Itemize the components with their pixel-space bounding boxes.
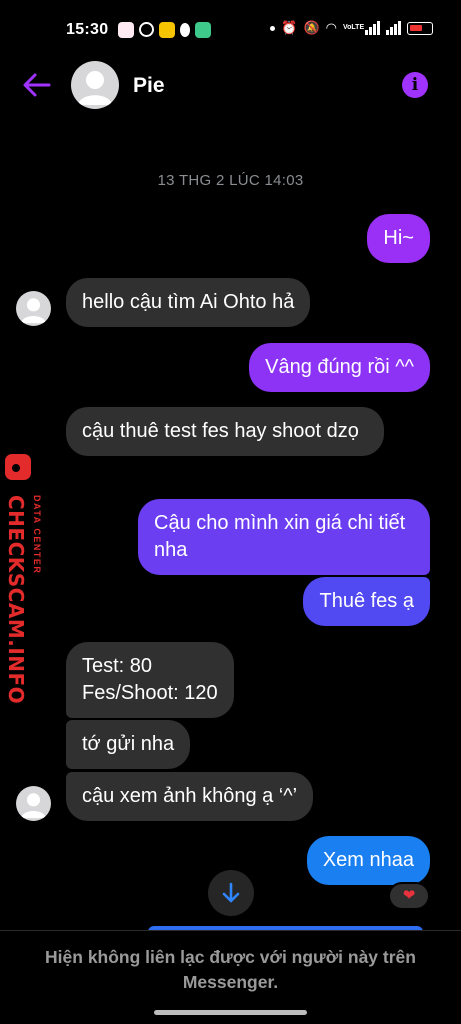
watermark-brand: CHECKSCAM.INFO: [4, 495, 28, 705]
scroll-to-bottom-button[interactable]: [208, 870, 254, 916]
notification-icons: [118, 22, 211, 38]
battery-icon: [407, 21, 433, 35]
unavailable-notice: Hiện không liên lạc được với người này t…: [45, 947, 416, 992]
system-icons: ⏰ 🔕 ◠ VoLTE: [270, 20, 433, 36]
message-bubble-outgoing[interactable]: Thuê fes ạ: [303, 577, 430, 626]
arrow-left-icon[interactable]: [22, 72, 52, 98]
chat-header: Pie i: [0, 60, 461, 118]
signal-icon: [365, 21, 380, 35]
lock-logo-icon: [5, 454, 31, 480]
dot-icon: [270, 25, 276, 31]
arrow-down-icon: [222, 882, 240, 903]
default-avatar-icon: [78, 71, 112, 105]
default-avatar-icon: [21, 298, 46, 324]
volte-badge: VoLTE: [343, 24, 365, 31]
message-bubble-outgoing[interactable]: Vâng đúng rồi ^^: [249, 343, 430, 392]
info-icon[interactable]: i: [402, 72, 428, 98]
app-icon: [118, 22, 134, 38]
default-avatar-icon: [21, 793, 46, 819]
app-icon: [159, 22, 175, 38]
message-bubble-incoming[interactable]: Test: 80 Fes/Shoot: 120: [66, 642, 234, 718]
contact-name[interactable]: Pie: [133, 74, 165, 98]
contact-avatar[interactable]: [71, 61, 119, 109]
app-icon: [180, 23, 190, 37]
message-bubble-outgoing[interactable]: Hi~: [367, 214, 430, 263]
message-bubble-incoming[interactable]: cậu xem ảnh không ạ ‘^’: [66, 772, 314, 821]
status-time: 15:30: [66, 21, 109, 38]
alarm-icon: ⏰: [281, 20, 298, 35]
message-bubble-outgoing[interactable]: Cậu cho mình xin giá chi tiết nha: [138, 499, 430, 575]
watermark: CHECKSCAM.INFO DATA CENTER: [2, 452, 50, 704]
sender-avatar[interactable]: [16, 291, 51, 326]
app-icon: [195, 22, 211, 38]
mute-icon: 🔕: [303, 20, 320, 35]
signal-icon-2: [386, 21, 401, 35]
status-bar: 15:30 ⏰ 🔕 ◠ VoLTE: [0, 0, 461, 60]
message-bubble-incoming[interactable]: hello cậu tìm Ai Ohto hả: [66, 278, 311, 327]
heart-reaction-icon[interactable]: ❤: [388, 882, 430, 910]
conversation-timestamp: 13 THG 2 LÚC 14:03: [157, 172, 304, 189]
pinterest-icon: [139, 22, 154, 37]
wifi-icon: ◠: [325, 20, 337, 35]
home-indicator[interactable]: [154, 1010, 307, 1015]
sender-avatar[interactable]: [16, 786, 51, 821]
message-bubble-incoming[interactable]: cậu thuê test fes hay shoot dzọ: [66, 407, 384, 456]
message-bubble-incoming[interactable]: tớ gửi nha: [66, 720, 191, 769]
watermark-tag: DATA CENTER: [32, 495, 42, 575]
message-bubble-outgoing[interactable]: Xem nhaa: [306, 836, 430, 885]
